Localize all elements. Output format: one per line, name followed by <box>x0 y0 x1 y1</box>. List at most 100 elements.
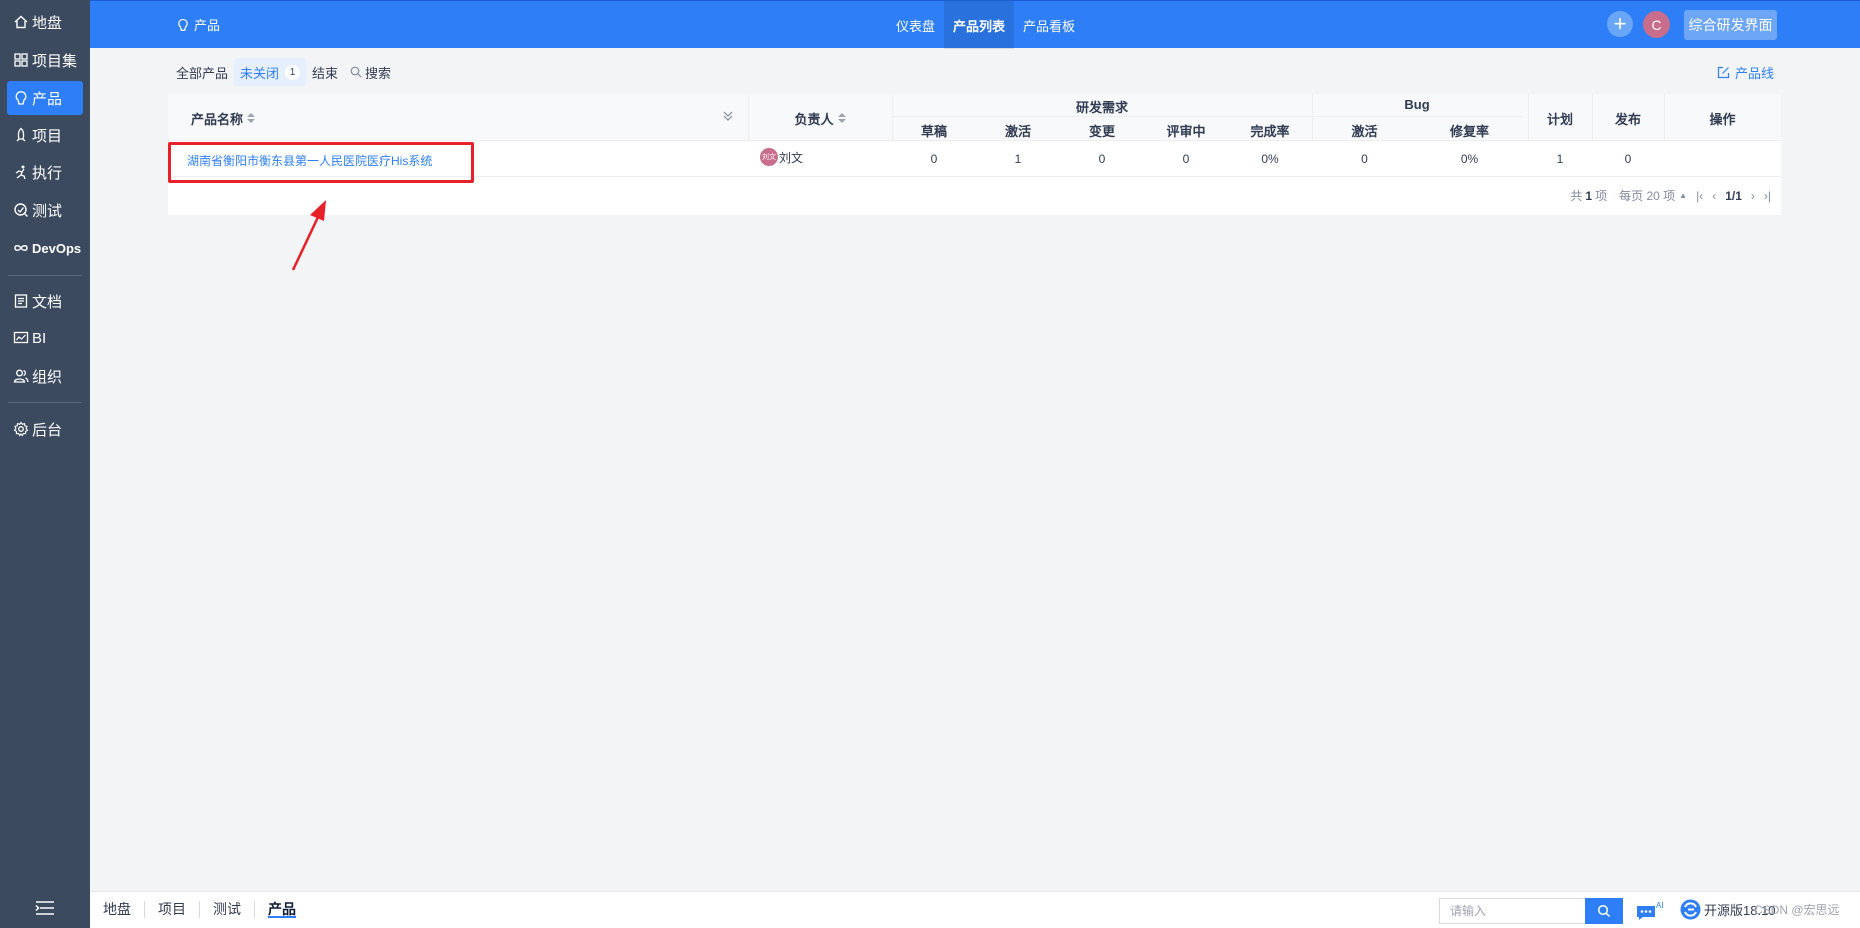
bottom-crumb-dashboard[interactable]: 地盘 <box>90 901 145 918</box>
rocket-icon <box>16 127 26 142</box>
tab-product-kanban[interactable]: 产品看板 <box>1014 1 1084 49</box>
gear-icon <box>13 421 29 437</box>
sidebar-item-product[interactable]: 产品 <box>7 81 83 115</box>
sidebar-item-test[interactable]: 测试 <box>7 193 83 227</box>
watermark-text: CSDN @宏思远 <box>1754 903 1840 917</box>
sidebar-item-label: 产品 <box>32 90 63 108</box>
home-icon <box>14 15 28 29</box>
users-icon <box>13 369 29 383</box>
sidebar: 地盘 项目集 产品 项目 执行 测试 DevOps 文档 BI 组织 后台 <box>0 0 90 928</box>
tab-product-list[interactable]: 产品列表 <box>944 1 1015 49</box>
filter-all-products[interactable]: 全部产品 <box>170 58 234 86</box>
pager-total-prefix: 共 <box>1570 189 1583 203</box>
productline-label: 产品线 <box>1735 66 1775 81</box>
sidebar-divider <box>8 402 82 403</box>
annotation-arrow-icon <box>291 200 326 271</box>
edit-icon <box>1717 66 1730 79</box>
sidebar-item-bi[interactable]: BI <box>7 321 83 355</box>
infinity-icon <box>14 245 28 251</box>
quick-add-button[interactable]: + <box>1607 11 1633 37</box>
tab-dashboard[interactable]: 仪表盘 <box>887 1 944 49</box>
sidebar-item-dashboard[interactable]: 地盘 <box>7 5 83 39</box>
col-header-plan: 计划 <box>1546 112 1573 127</box>
sidebar-item-devops[interactable]: DevOps <box>7 231 83 265</box>
header-bottom-border <box>168 140 1781 141</box>
bottom-bar: 地盘 项目 测试 产品 请输入 AI 开源版18.10 CSDN @宏思远 <box>90 891 1860 928</box>
sidebar-item-label: 项目 <box>32 127 63 145</box>
col-header-owner[interactable]: 负责人 <box>748 109 892 128</box>
cell-story-rate: 0% <box>1261 152 1279 166</box>
col-header-name-label: 产品名称 <box>191 112 244 127</box>
bottom-crumb-project[interactable]: 项目 <box>145 901 200 918</box>
sidebar-item-org[interactable]: 组织 <box>7 359 83 393</box>
sidebar-item-admin[interactable]: 后台 <box>7 412 83 446</box>
sidebar-item-program[interactable]: 项目集 <box>7 43 83 77</box>
col-header-release: 发布 <box>1614 112 1641 127</box>
col-header-owner-label: 负责人 <box>794 112 834 127</box>
filter-search-label: 搜索 <box>365 65 392 81</box>
sidebar-item-label: DevOps <box>32 240 82 256</box>
search-icon <box>1597 904 1611 918</box>
run-icon <box>15 165 26 180</box>
bottom-breadcrumb: 地盘 项目 测试 产品 <box>90 901 296 918</box>
sidebar-item-label: 执行 <box>32 164 63 182</box>
annotation-highlight-box <box>168 142 474 183</box>
chevrons-down-icon[interactable] <box>722 110 734 122</box>
owner-name: 刘文 <box>779 150 804 165</box>
bottom-crumb-test[interactable]: 测试 <box>200 901 255 918</box>
filter-unclosed-label: 未关闭 <box>240 65 280 81</box>
header-tabs: 仪表盘 产品列表 产品看板 <box>887 1 1084 49</box>
sidebar-item-label: 地盘 <box>32 14 63 32</box>
col-group-story: 研发需求 <box>1075 100 1128 115</box>
col-header-bug-rate: 修复率 <box>1449 124 1489 139</box>
first-page-icon[interactable]: |‹ <box>1696 189 1703 203</box>
sidebar-item-project[interactable]: 项目 <box>7 118 83 152</box>
search-icon <box>350 66 362 78</box>
col-header-story-rate: 完成率 <box>1250 124 1290 139</box>
sort-icon <box>837 113 846 124</box>
sidebar-item-label: 测试 <box>32 202 63 220</box>
sidebar-divider <box>8 275 82 276</box>
bottom-crumb-product[interactable]: 产品 <box>268 901 296 918</box>
pager-total: 1 <box>1585 188 1593 203</box>
ai-chat-icon[interactable]: AI <box>1635 899 1665 923</box>
bulb-icon <box>15 91 27 105</box>
col-header-story-changed: 变更 <box>1088 124 1115 139</box>
next-page-icon[interactable]: › <box>1751 189 1755 203</box>
caret-up-icon[interactable]: ▲ <box>1679 191 1687 200</box>
last-page-icon[interactable]: ›| <box>1764 189 1771 203</box>
grid-icon <box>14 53 28 67</box>
col-header-bug-active: 激活 <box>1351 124 1378 139</box>
sidebar-item-execution[interactable]: 执行 <box>7 155 83 189</box>
plus-icon: + <box>1613 11 1627 36</box>
pager-per-page[interactable]: 每页 20 项 <box>1619 187 1675 204</box>
user-avatar[interactable]: C <box>1643 11 1670 38</box>
zentao-logo-icon <box>1680 899 1701 920</box>
owner-cell: 刘文 刘文 <box>760 148 803 166</box>
header-breadcrumb[interactable]: 产品 <box>176 15 220 34</box>
menu-toggle-icon[interactable] <box>34 900 56 916</box>
switch-view-button[interactable]: 综合研发界面 <box>1684 10 1777 40</box>
global-search-button[interactable] <box>1585 898 1623 924</box>
sidebar-item-label: 项目集 <box>32 52 78 70</box>
col-header-name[interactable]: 产品名称 <box>191 109 256 128</box>
col-group-bug: Bug <box>1404 97 1430 112</box>
filter-search[interactable]: 搜索 <box>344 58 397 86</box>
sort-icon <box>247 113 256 124</box>
sidebar-item-label: 组织 <box>32 368 63 386</box>
sidebar-item-doc[interactable]: 文档 <box>7 284 83 318</box>
filter-unclosed[interactable]: 未关闭 1 <box>234 58 307 86</box>
cell-release: 0 <box>1624 152 1632 166</box>
filter-count-badge: 1 <box>285 64 301 80</box>
prev-page-icon[interactable]: ‹ <box>1712 189 1716 203</box>
productline-link[interactable]: 产品线 <box>1717 63 1774 82</box>
global-search-input[interactable]: 请输入 <box>1439 898 1586 924</box>
filter-closed[interactable]: 结束 <box>306 58 344 86</box>
cell-story-changed: 0 <box>1098 152 1106 166</box>
test-icon <box>14 203 28 217</box>
chart-icon <box>13 331 29 344</box>
cell-story-draft: 0 <box>930 152 938 166</box>
col-header-actions: 操作 <box>1709 112 1736 127</box>
col-header-story-active: 激活 <box>1004 124 1031 139</box>
col-header-story-reviewing: 评审中 <box>1166 124 1206 139</box>
